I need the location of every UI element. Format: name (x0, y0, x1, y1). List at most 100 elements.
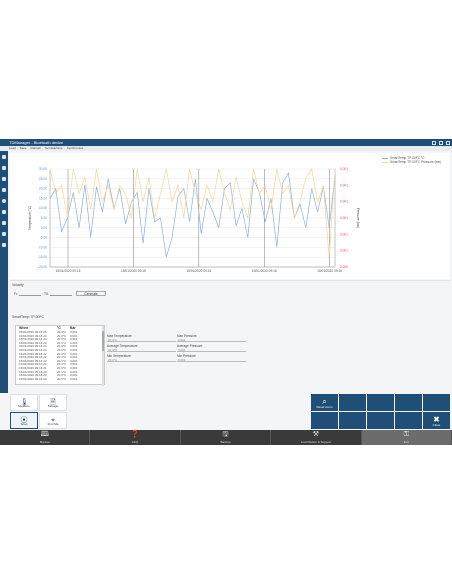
reset-zoom-tile[interactable]: ⌕ Reset zoom (311, 394, 338, 411)
close-label: Close (432, 423, 441, 427)
y-right-tick-label: 0,001 (340, 249, 348, 253)
y-right-tick-label: 0,001 (340, 216, 348, 220)
empty-tile[interactable] (423, 394, 450, 411)
document-icon[interactable] (2, 232, 6, 236)
close-tile[interactable]: ✖ Close (423, 412, 450, 429)
exit-button[interactable]: ⚿ Exit (361, 430, 452, 445)
velocity-section: Velocity Fr: Til: Generate (12, 283, 107, 301)
table-scrollbar[interactable] (102, 326, 104, 386)
from-label: Fr: (14, 292, 19, 296)
minimize-icon[interactable] (432, 140, 436, 145)
scrollbar-thumb[interactable] (102, 331, 104, 351)
monitor-icon[interactable] (2, 177, 6, 181)
faq-button[interactable]: ❓ FAQ (90, 430, 181, 445)
contribution-support-button[interactable]: ⚒ Contribution & Support (271, 430, 362, 445)
stat-value: 20,3°C (107, 358, 176, 362)
scan-label: Scan (20, 422, 28, 426)
bottom-toolbar: 🕮 Manual ❓ FAQ 🖫 Backup ⚒ Contribution &… (0, 430, 452, 445)
settings-icon[interactable] (2, 221, 6, 225)
y-left-tick-label: 10,00 (39, 206, 47, 210)
y-left-tick-label: -5,00 (40, 236, 47, 240)
section-divider (10, 280, 450, 281)
list-icon[interactable] (2, 166, 6, 170)
find-me-tile[interactable]: ⌖ Find Me (39, 412, 67, 429)
y-left-tick-label: 20,00 (39, 187, 47, 191)
app-window: TDManager - Bluetooth device Load Save R… (0, 139, 452, 445)
x-tick-label: 15/01/2020 09:16 (252, 269, 277, 273)
measure-label: Measure (18, 404, 30, 408)
bluetooth-icon[interactable] (2, 210, 6, 214)
y-right-tick-label: 0,001 (340, 167, 348, 171)
grid-icon[interactable] (2, 155, 6, 159)
cell-celsius: 20,3°C (57, 376, 67, 381)
y-left-tick-label: 25,00 (39, 177, 47, 181)
folder-icon[interactable] (2, 188, 6, 192)
x-tick-label: 15/01/2020 09:15 (56, 269, 81, 273)
legend-swatch-temp (382, 158, 388, 159)
table-body: 15/01/2020 09:16:25 20,3°C 0,001 15/01/2020… (16, 330, 104, 382)
stat-average-temperature: Average Temperature 20,3°C (107, 344, 176, 352)
chart-panel: 30,00 25,00 20,00 15,00 10,00 5,00 0,00 -5,00 -1… (10, 153, 450, 279)
cell-when: 15/01/2020 09:16:20 (19, 376, 47, 381)
device-title: SmartTemp TP-00FC (12, 315, 44, 319)
to-input[interactable] (50, 291, 72, 296)
star-icon[interactable] (2, 243, 6, 247)
y-left-tick-label: 15,00 (39, 196, 47, 200)
x-tick-label: 15/01/2020 09:16 (317, 269, 342, 273)
book-icon: 🕮 (40, 431, 49, 438)
gauge-icon[interactable] (2, 199, 6, 203)
maximize-icon[interactable] (439, 140, 443, 145)
stat-max-temperature: Max Temperature 20,3°C (107, 334, 176, 342)
stat-value: 0,001 (177, 348, 246, 352)
measure-tile[interactable]: 🌡 Measure (10, 394, 38, 411)
stat-value: 20,3°C (107, 338, 176, 342)
menu-item-load[interactable]: Load (9, 146, 16, 151)
key-icon: ⚿ (403, 431, 409, 438)
table-row[interactable]: 15/01/2020 09:16:20 20,3°C 0,001 (16, 376, 104, 382)
y-left-tick-label: -10,00 (38, 245, 47, 249)
y-right-tick-label: 0,001 (340, 232, 348, 236)
x-tick-label: 15/01/2020 09:16 (186, 269, 211, 273)
generate-button[interactable]: Generate (76, 291, 106, 296)
x-tick-label: 15/01/2020 09:15 (121, 269, 146, 273)
y-right-axis-label: Pressure (bar) (356, 208, 360, 228)
menu-bar: Load Save Refresh Set date/time Synchron… (0, 146, 452, 151)
cell-bar: 0,001 (70, 376, 78, 381)
line-chart[interactable]: 30,00 25,00 20,00 15,00 10,00 5,00 0,00 -5,00 -1… (10, 153, 450, 279)
empty-tile[interactable] (311, 412, 338, 429)
menu-item-refresh[interactable]: Refresh (31, 146, 42, 151)
legend-item-pressure: SmartTemp TP-00FC Pressure (bar) (382, 160, 441, 164)
title-bar: TDManager - Bluetooth device (0, 139, 452, 146)
backup-button[interactable]: 🖫 Backup (181, 430, 272, 445)
legend-label-pressure: SmartTemp TP-00FC Pressure (bar) (390, 160, 442, 164)
readings-table: When °C Bar 15/01/2020 09:16:25 20,3°C 0,0… (15, 325, 105, 386)
y-left-tick-label: -15,00 (38, 255, 47, 259)
series-line-pressure (49, 168, 336, 259)
empty-tile[interactable] (367, 412, 394, 429)
close-window-icon[interactable] (446, 140, 450, 145)
empty-tile[interactable] (395, 394, 422, 411)
chart-legend: SmartTemp TP-00FC °C SmartTemp TP-00FC P… (382, 156, 441, 164)
legend-swatch-pressure (382, 162, 388, 163)
stat-value: 20,3°C (107, 348, 176, 352)
empty-tile[interactable] (367, 394, 394, 411)
y-right-tick-label: 0,001 (340, 200, 348, 204)
storage-tile[interactable]: 🗎 Storage (39, 394, 67, 411)
empty-tile[interactable] (395, 412, 422, 429)
backup-label: Backup (220, 440, 231, 444)
stat-min-temperature: Min Temperature 20,3°C (107, 354, 176, 362)
scan-tile[interactable]: ⦿ Scan (10, 412, 38, 429)
tile-grid: 🌡 Measure 🗎 Storage ⦿ Scan ⌖ Find Me ⌕ R… (0, 393, 452, 430)
contribution-support-label: Contribution & Support (300, 440, 332, 444)
menu-item-save[interactable]: Save (20, 146, 27, 151)
to-label: Til: (44, 292, 49, 296)
empty-tile[interactable] (339, 394, 366, 411)
manual-button[interactable]: 🕮 Manual (0, 430, 91, 445)
from-input[interactable] (19, 291, 41, 296)
empty-tile[interactable] (339, 412, 366, 429)
menu-item-set-datetime[interactable]: Set date/time (45, 146, 63, 151)
manual-label: Manual (39, 440, 50, 444)
find-me-label: Find Me (47, 422, 59, 426)
menu-item-synchronize[interactable]: Synchronize (67, 146, 84, 151)
tool-icon: ⚒ (312, 431, 320, 438)
